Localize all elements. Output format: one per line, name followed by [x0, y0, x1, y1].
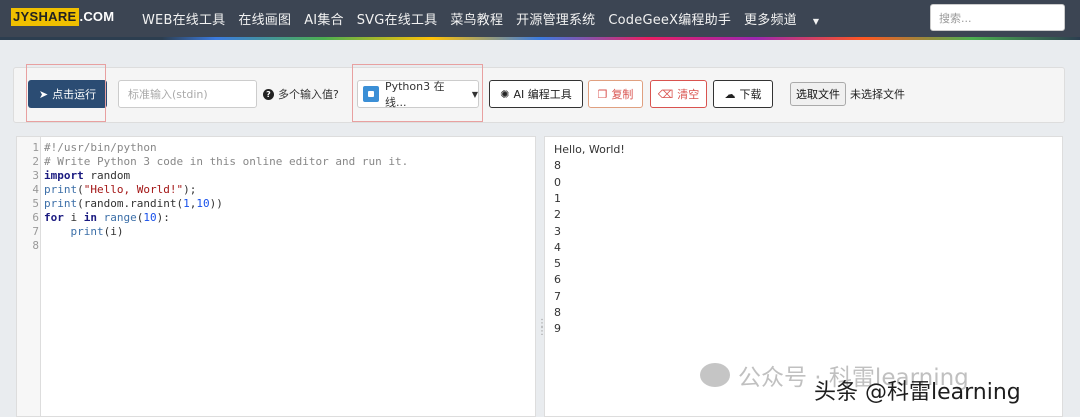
output-line: 8 [554, 306, 561, 319]
line-number: 4 [32, 183, 39, 196]
nav-item-online-drawing[interactable]: 在线画图 [238, 9, 291, 28]
output-line: 0 [554, 175, 561, 189]
ai-tool-label: AI 编程工具 [513, 88, 572, 101]
watermark-toutiao: 头条 @科雷learning [814, 380, 1021, 405]
output-line: Hello, World! [554, 143, 625, 156]
highlight-box-language [352, 64, 483, 122]
code-token: 1 [183, 197, 190, 210]
code-token: import [44, 169, 84, 182]
navbar-color-strip [0, 37, 1080, 40]
nav-more-label: 更多频道 [744, 13, 797, 28]
multi-input-help[interactable]: ? 多个输入值? [263, 80, 339, 108]
cloud-download-icon: ☁ [724, 87, 736, 101]
highlight-box-run [26, 64, 106, 122]
nav-item-runoob-tutorial[interactable]: 菜鸟教程 [450, 9, 503, 28]
code-token: i [63, 211, 84, 224]
site-logo[interactable]: JYSHARE .COM [11, 8, 114, 26]
pane-resize-handle[interactable]: ⋮ ⋮ [537, 319, 547, 344]
line-number: 2 [32, 155, 39, 168]
code-token: ( [77, 183, 84, 196]
code-line: # Write Python 3 code in this online edi… [44, 155, 408, 169]
code-token: 10 [196, 197, 210, 210]
code-token: (i) [103, 225, 124, 238]
output-line: 9 [554, 322, 561, 336]
no-file-chosen-label: 未选择文件 [850, 88, 905, 101]
code-token: for [44, 211, 64, 224]
code-token: print [70, 225, 104, 238]
copy-button[interactable]: ❐ 复制 [588, 80, 643, 108]
nav-item-codegeex[interactable]: CodeGeeX编程助手 [608, 9, 731, 28]
eraser-icon: ⌫ [657, 87, 674, 101]
output-line: 7 [554, 289, 561, 303]
nav-item-ai-collection[interactable]: AI集合 [304, 9, 344, 28]
code-token: (random.randint( [77, 197, 184, 210]
code-token: #!/usr/bin/python [44, 141, 157, 154]
ai-robot-icon: ✺ [500, 87, 510, 101]
code-line: import random [44, 169, 130, 183]
code-token: in [83, 211, 97, 224]
code-token: range [103, 211, 137, 224]
logo-text-domain: .COM [79, 9, 115, 24]
top-navbar: JYSHARE .COM WEB在线工具 在线画图 AI集合 SVG在线工具 菜… [0, 0, 1080, 40]
code-token: print [44, 197, 78, 210]
nav-item-web-tools[interactable]: WEB在线工具 [142, 9, 225, 28]
stdin-input[interactable]: 标准输入(stdin) [118, 80, 257, 108]
search-input[interactable]: 搜索... [930, 4, 1065, 31]
nav-item-more-channels[interactable]: 更多频道 ▼ [744, 9, 832, 28]
clear-label: 清空 [677, 88, 700, 101]
download-button[interactable]: ☁ 下载 [713, 80, 773, 108]
code-token: print [44, 183, 78, 196]
output-line: 6 [554, 273, 561, 287]
line-number: 6 [32, 211, 39, 224]
copy-icon: ❐ [597, 87, 608, 101]
code-line: print("Hello, World!"); [44, 183, 196, 197]
output-line: 3 [554, 224, 561, 238]
line-number: 7 [32, 225, 39, 238]
chevron-down-icon: ▼ [812, 17, 820, 26]
nav-links: WEB在线工具 在线画图 AI集合 SVG在线工具 菜鸟教程 开源管理系统 Co… [142, 9, 845, 28]
line-number: 3 [32, 169, 39, 182]
code-editor[interactable]: 1 #!/usr/bin/python 2 # Write Python 3 code… [16, 136, 536, 417]
code-token: ): [156, 211, 170, 224]
choose-file-button[interactable]: 选取文件 [790, 82, 846, 106]
output-line: 1 [554, 191, 561, 205]
ai-coding-tool-button[interactable]: ✺ AI 编程工具 [489, 80, 583, 108]
question-circle-icon: ? [263, 88, 274, 100]
output-line: 4 [554, 240, 561, 254]
nav-item-open-source-admin[interactable]: 开源管理系统 [516, 9, 595, 28]
clear-button[interactable]: ⌫ 清空 [650, 80, 707, 108]
wechat-icon [700, 363, 730, 387]
line-number: 5 [32, 197, 39, 210]
code-line: #!/usr/bin/python [44, 141, 157, 155]
download-label: 下载 [739, 88, 762, 101]
code-token: random [83, 169, 131, 182]
code-token: )) [209, 197, 223, 210]
code-token: # Write Python 3 code in this online edi… [44, 155, 409, 168]
code-line: print(i) [44, 225, 124, 239]
copy-label: 复制 [611, 88, 634, 101]
line-number: 8 [32, 239, 39, 252]
code-token: 10 [143, 211, 157, 224]
line-number: 1 [32, 141, 39, 154]
logo-text-main: JYSHARE [11, 8, 79, 26]
code-line: print(random.randint(1,10)) [44, 197, 223, 211]
output-line: 2 [554, 208, 561, 222]
code-line: for i in range(10): [44, 211, 170, 225]
code-token: "Hello, World!" [83, 183, 184, 196]
multi-input-label: 多个输入值? [278, 88, 339, 101]
nav-item-svg-tools[interactable]: SVG在线工具 [357, 9, 438, 28]
output-line: 5 [554, 257, 561, 271]
output-line: 8 [554, 159, 561, 173]
code-token: ); [183, 183, 197, 196]
